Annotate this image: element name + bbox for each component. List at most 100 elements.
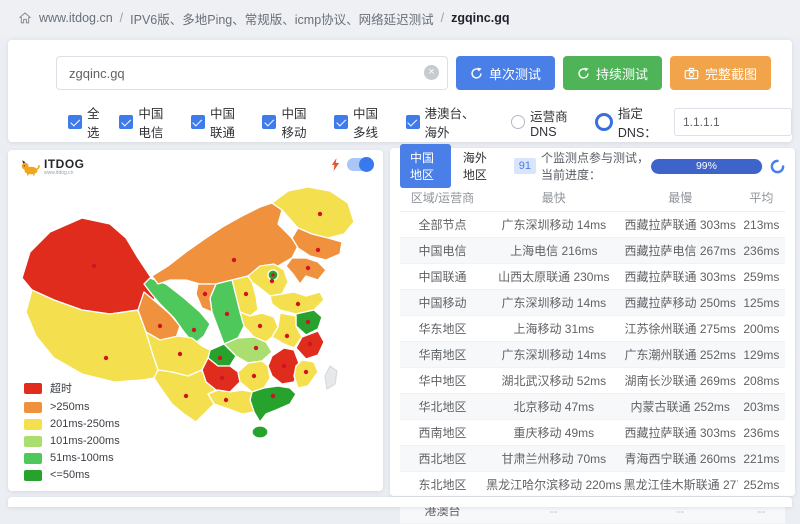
legend-swatch <box>24 470 42 481</box>
table-cell: 200ms <box>738 316 785 342</box>
checkbox-checked-icon[interactable] <box>119 115 133 129</box>
table-cell: 黑龙江佳木斯联通 277ms <box>623 472 738 498</box>
table-cell: 上海电信 216ms <box>485 238 623 264</box>
legend-item: >250ms <box>24 401 120 413</box>
province-guangdong[interactable] <box>250 386 296 422</box>
lightning-icon <box>331 158 340 171</box>
results-table: 区域/运营商最快最慢平均 全部节点广东深圳移动 14ms西藏拉萨联通 303ms… <box>400 184 785 524</box>
legend-swatch <box>24 383 42 394</box>
legend-item: 101ms-200ms <box>24 435 120 447</box>
table-cell: 208ms <box>738 368 785 394</box>
legend-label: 201ms-250ms <box>50 418 120 430</box>
checkbox-label: 中国联通 <box>210 103 247 141</box>
checkbox-item[interactable]: 中国多线 <box>334 103 390 141</box>
results-table-head: 区域/运营商最快最慢平均 <box>400 184 785 212</box>
table-cell: 西藏拉萨联通 303ms <box>623 264 738 290</box>
table-cell: 广东深圳移动 14ms <box>485 290 623 316</box>
table-cell: 西南地区 <box>400 420 485 446</box>
province-guangxi[interactable] <box>208 390 254 414</box>
table-header-row: 区域/运营商最快最慢平均 <box>400 184 785 212</box>
checkbox-item[interactable]: 港澳台、海外 <box>406 103 482 141</box>
column-header: 区域/运营商 <box>400 184 485 212</box>
checkbox-label: 中国多线 <box>353 103 390 141</box>
continuous-test-button[interactable]: 持续测试 <box>563 56 662 90</box>
table-cell: 236ms <box>738 238 785 264</box>
checkbox-checked-icon[interactable] <box>334 115 348 129</box>
radio-checked-icon[interactable] <box>595 113 613 131</box>
table-cell: 129ms <box>738 342 785 368</box>
province-hainan[interactable] <box>252 426 268 438</box>
table-row: 东北地区黑龙江哈尔滨移动 220ms黑龙江佳木斯联通 277ms252ms <box>400 472 785 498</box>
legend-swatch <box>24 402 42 413</box>
table-cell: 西藏拉萨联通 303ms <box>623 420 738 446</box>
legend-label: 51ms-100ms <box>50 452 114 464</box>
single-test-label: 单次测试 <box>489 64 541 83</box>
map-legend: 超时 >250ms 201ms-250ms 101ms-200ms 51ms-100ms… <box>24 375 120 481</box>
legend-label: <=50ms <box>50 469 90 481</box>
dns-input[interactable] <box>674 108 792 136</box>
legend-item: 超时 <box>24 380 120 396</box>
clear-icon[interactable]: × <box>424 65 439 80</box>
table-cell: 华北地区 <box>400 394 485 420</box>
table-cell: 广东深圳移动 14ms <box>485 342 623 368</box>
table-cell: 259ms <box>738 264 785 290</box>
radio-carrier-dns[interactable]: 运营商DNS <box>511 106 581 139</box>
checkbox-item[interactable]: 中国移动 <box>262 103 318 141</box>
table-cell: 北京移动 47ms <box>485 394 623 420</box>
table-row: 西南地区重庆移动 49ms西藏拉萨联通 303ms236ms <box>400 420 785 446</box>
screenshot-button[interactable]: 完整截图 <box>670 56 771 90</box>
legend-label: 超时 <box>50 380 72 396</box>
table-cell: 东北地区 <box>400 472 485 498</box>
table-row: 中国移动广东深圳移动 14ms西藏拉萨移动 250ms125ms <box>400 290 785 316</box>
table-cell: 西藏拉萨联通 303ms <box>623 212 738 238</box>
options-row: 全选中国电信中国联通中国移动中国多线港澳台、海外 运营商DNS 指定DNS： <box>8 103 792 141</box>
legend-item: 51ms-100ms <box>24 452 120 464</box>
breadcrumb-separator: / <box>120 11 123 25</box>
table-cell: 中国联通 <box>400 264 485 290</box>
checkbox-checked-icon[interactable] <box>68 115 82 129</box>
map-toggle[interactable] <box>347 158 373 171</box>
continuous-test-label: 持续测试 <box>596 64 648 83</box>
table-row: 中国联通山西太原联通 230ms西藏拉萨联通 303ms259ms <box>400 264 785 290</box>
radio-icon[interactable] <box>511 115 525 129</box>
checkbox-checked-icon[interactable] <box>262 115 276 129</box>
table-cell: 252ms <box>738 472 785 498</box>
radio-custom-dns[interactable]: 指定DNS： <box>595 103 668 141</box>
checkbox-checked-icon[interactable] <box>406 115 420 129</box>
tab-overseas[interactable]: 海外地区 <box>463 149 494 183</box>
table-cell: 华东地区 <box>400 316 485 342</box>
tab-china[interactable]: 中国地区 <box>400 144 451 188</box>
checkbox-label: 全选 <box>87 103 103 141</box>
table-cell: 中国电信 <box>400 238 485 264</box>
legend-item: 201ms-250ms <box>24 418 120 430</box>
checkbox-item[interactable]: 中国电信 <box>119 103 175 141</box>
table-row: 中国电信上海电信 216ms西藏拉萨电信 267ms236ms <box>400 238 785 264</box>
column-header: 平均 <box>738 184 785 212</box>
table-cell: 甘肃兰州移动 70ms <box>485 446 623 472</box>
checkbox-checked-icon[interactable] <box>191 115 205 129</box>
bottom-panel <box>8 497 792 507</box>
table-cell: 213ms <box>738 212 785 238</box>
province-liaoning[interactable] <box>286 258 326 284</box>
table-cell: 山西太原联通 230ms <box>485 264 623 290</box>
table-cell: 黑龙江哈尔滨移动 220ms <box>485 472 623 498</box>
table-cell: 江苏徐州联通 275ms <box>623 316 738 342</box>
dog-icon <box>20 158 40 176</box>
checkbox-item[interactable]: 全选 <box>68 103 103 141</box>
single-test-button[interactable]: 单次测试 <box>456 56 555 90</box>
map-header: ITDOG www.itdog.cn <box>20 158 373 176</box>
breadcrumb-site[interactable]: www.itdog.cn <box>39 11 113 25</box>
province-taiwan[interactable] <box>325 366 337 389</box>
checkbox-list: 全选中国电信中国联通中国移动中国多线港澳台、海外 <box>68 103 497 141</box>
table-cell: 广东深圳移动 14ms <box>485 212 623 238</box>
table-cell: 中国移动 <box>400 290 485 316</box>
table-row: 华中地区湖北武汉移动 52ms湖南长沙联通 269ms208ms <box>400 368 785 394</box>
search-input[interactable] <box>56 56 448 90</box>
legend-label: 101ms-200ms <box>50 435 120 447</box>
table-cell: 西藏拉萨电信 267ms <box>623 238 738 264</box>
checkbox-item[interactable]: 中国联通 <box>191 103 247 141</box>
table-cell: 125ms <box>738 290 785 316</box>
search-input-wrap: × <box>56 56 448 90</box>
table-cell: 广东潮州联通 252ms <box>623 342 738 368</box>
legend-item: <=50ms <box>24 469 120 481</box>
